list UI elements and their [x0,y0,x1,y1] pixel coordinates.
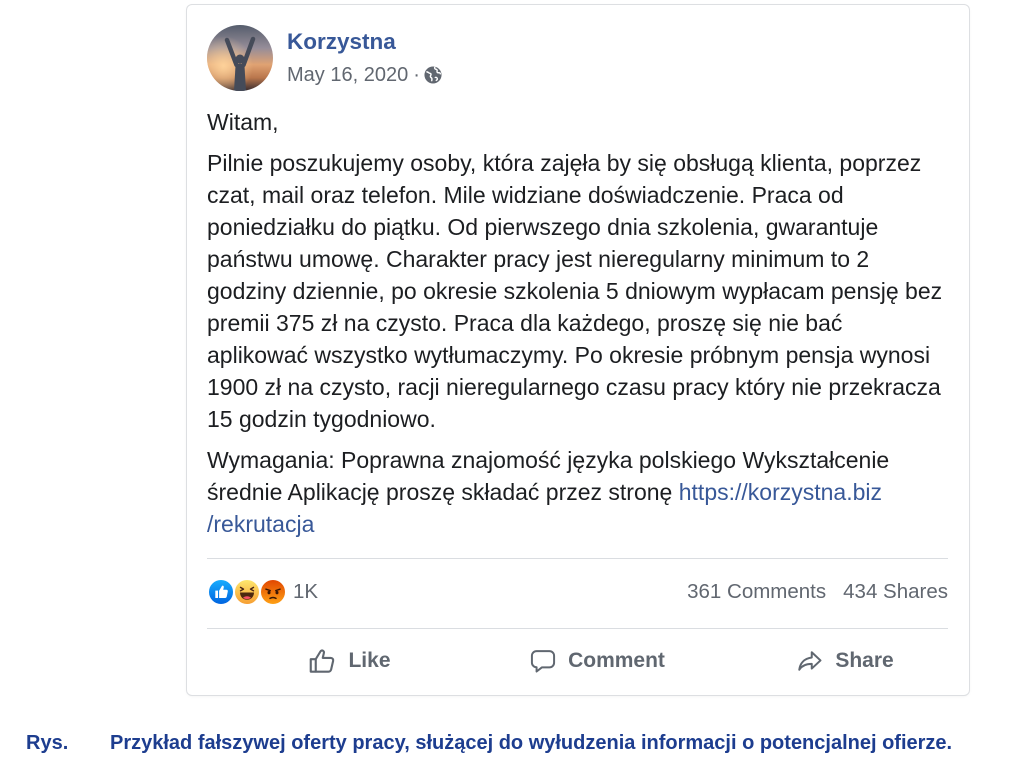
greeting-paragraph: Witam, [207,106,952,138]
haha-reaction-icon[interactable] [233,578,261,606]
body-line-with-link: /rekrutacja [207,508,952,540]
body-line: aplikować wszystko wytłumaczymy. Po okre… [207,342,931,368]
post-actions: Like Comment Share [225,641,969,681]
figure-caption-text: Przykład fałszywej oferty pracy, służące… [110,732,953,754]
post-timestamp[interactable]: May 16, 2020 [287,63,408,87]
stats-divider-bottom [207,628,948,629]
shares-count[interactable]: 434 Shares [843,580,948,604]
recruitment-link[interactable]: https://korzystna.biz [679,479,882,505]
body-line: Wymagania: Poprawna znajomość języka pol… [207,447,890,473]
share-button[interactable]: Share [721,641,969,681]
post-card: Korzystna May 16, 2020 · Witam, Pilnie p… [187,5,969,695]
offer-paragraph: Pilnie poszukujemy osoby, która zajęła b… [207,147,952,435]
like-reaction-icon[interactable] [207,578,235,606]
angry-reaction-icon[interactable] [259,578,287,606]
author-name[interactable]: Korzystna [287,28,396,56]
post-body: Witam, Pilnie poszukujemy osoby, która z… [207,106,952,549]
author-avatar[interactable] [207,25,273,91]
share-button-label: Share [835,649,894,672]
comment-button-label: Comment [568,649,665,672]
body-line: Pilnie poszukujemy osoby, która zajęła b… [207,150,922,176]
comment-icon [529,647,557,675]
body-line: premii 375 zł na czysto. Praca dla każde… [207,310,843,336]
stats-divider-top [207,558,948,559]
body-text: średnie Aplikację proszę składać przez s… [207,479,673,505]
meta-separator: · [413,64,420,86]
body-line: 1900 zł na czysto, racji nieregularnego … [207,374,941,400]
reaction-count[interactable]: 1K [293,580,318,604]
like-button[interactable]: Like [225,641,473,681]
thumbs-up-icon [307,646,337,676]
engagement-counts: 361 Comments 434 Shares [687,578,948,606]
like-button-label: Like [348,649,391,672]
body-line: Witam, [207,109,279,135]
body-line: poniedziałku do piątku. Od pierwszego dn… [207,214,879,240]
reactions-summary[interactable]: 1K [207,578,318,606]
post-meta: May 16, 2020 · [287,63,442,87]
body-line-with-link: średnie Aplikację proszę składać przez s… [207,476,952,508]
body-line: czat, mail oraz telefon. Mile widziane d… [207,182,844,208]
recruitment-link-continuation[interactable]: /rekrutacja [207,511,314,537]
comments-count[interactable]: 361 Comments [687,580,826,604]
body-line: godziny dziennie, po okresie szkolenia 5… [207,278,943,304]
body-line: państwu umowę. Charakter pracy jest nier… [207,246,870,272]
globe-icon [424,66,442,84]
body-line: 15 godzin tygodniowo. [207,406,436,432]
figure-caption-label: Rys. [26,732,69,754]
share-icon [796,647,824,675]
comment-button[interactable]: Comment [473,641,721,681]
requirements-paragraph: Wymagania: Poprawna znajomość języka pol… [207,444,952,540]
